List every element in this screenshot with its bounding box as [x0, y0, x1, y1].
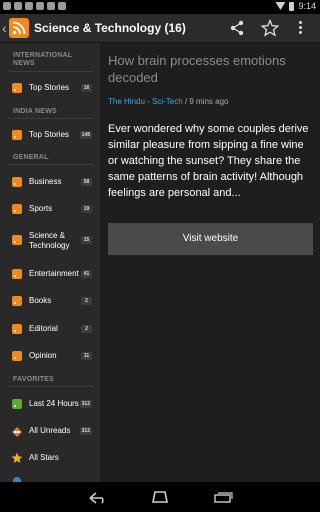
unread-count-badge: 2 [81, 297, 92, 305]
sidebar-item-top-stories-international[interactable]: Top Stories 16 [0, 76, 100, 100]
sidebar-item-editorial[interactable]: Editorial 2 [0, 317, 100, 341]
notification-icon [14, 2, 22, 10]
rss-icon[interactable] [9, 18, 29, 38]
rss-icon [12, 269, 22, 279]
article-source-link[interactable]: The Hindu - Sci-Tech [108, 97, 183, 106]
unread-count-badge: 15 [81, 236, 92, 244]
unread-count-badge: 312 [79, 400, 92, 408]
section-header: FAVORITES [13, 376, 54, 383]
section-divider [8, 118, 94, 119]
sidebar-item-label: All Unreads [29, 426, 71, 435]
sidebar-item-label: Entertainment [29, 269, 79, 278]
sidebar-item-business[interactable]: Business 58 [0, 170, 100, 194]
action-bar: ‹ Science & Technology (16) [0, 14, 320, 43]
rss-icon [12, 399, 22, 409]
star-icon[interactable] [260, 18, 280, 37]
notification-icon [25, 2, 33, 10]
unread-count-badge: 58 [81, 178, 92, 186]
section-header: INTERNATIONAL NEWS [13, 52, 73, 67]
rss-icon [12, 351, 22, 361]
sidebar-item-label: Books [29, 296, 52, 305]
battery-icon [289, 1, 295, 11]
article-meta: The Hindu - Sci-Tech / 9 mins ago [108, 97, 229, 106]
notification-icon [36, 2, 44, 10]
article-age: / 9 mins ago [182, 97, 229, 106]
sidebar-item-label: Top Stories [29, 83, 70, 92]
sidebar-item-last-24-hours[interactable]: Last 24 Hours 312 [0, 392, 100, 416]
rss-icon [12, 177, 22, 187]
unread-count-badge: 16 [81, 84, 92, 92]
inbox-icon [11, 425, 23, 437]
rss-icon [12, 83, 22, 93]
rss-icon [12, 204, 22, 214]
section-header: INDIA NEWS [13, 108, 57, 115]
unread-count-badge: 41 [81, 270, 92, 278]
share-icon[interactable] [229, 20, 245, 36]
sidebar-item-top-stories-india[interactable]: Top Stories 148 [0, 123, 100, 147]
sidebar: INTERNATIONAL NEWS Top Stories 16 INDIA … [0, 43, 100, 482]
section-divider [8, 386, 94, 387]
unread-count-badge: 148 [79, 131, 92, 139]
rss-icon [12, 235, 22, 245]
nav-back-icon[interactable] [88, 491, 108, 509]
section-divider [8, 71, 94, 72]
unread-count-badge: 312 [79, 427, 92, 435]
unread-count-badge: 19 [81, 205, 92, 213]
rss-icon [12, 296, 22, 306]
article-body: Ever wondered why some couples derive si… [108, 123, 309, 199]
sidebar-item-entertainment[interactable]: Entertainment 41 [0, 262, 100, 286]
wifi-icon [275, 2, 286, 10]
nav-recents-icon[interactable] [213, 491, 233, 509]
rss-icon [12, 324, 22, 334]
article-pane: How brain processes emotions decoded The… [100, 43, 320, 482]
nav-home-icon[interactable] [150, 490, 170, 509]
sidebar-item-opinion[interactable]: Opinion 11 [0, 344, 100, 368]
sidebar-item-label: Last 24 Hours [29, 399, 79, 408]
sidebar-item-label: Opinion [29, 351, 57, 360]
section-divider [8, 164, 94, 165]
sidebar-item-sports[interactable]: Sports 19 [0, 197, 100, 221]
sidebar-item-science-technology[interactable]: Science & Technology 15 [0, 225, 100, 255]
star-icon [11, 451, 23, 463]
rss-icon [12, 130, 22, 140]
unread-count-badge: 2 [81, 325, 92, 333]
sidebar-item-all-unreads[interactable]: All Unreads 312 [0, 419, 100, 443]
sidebar-item-label: Business [29, 177, 62, 186]
navigation-bar [0, 482, 320, 512]
notification-icon [47, 2, 55, 10]
visit-website-button[interactable]: Visit website [108, 223, 313, 255]
status-bar: 9:14 [0, 0, 320, 14]
notification-icon [3, 2, 11, 10]
sidebar-item-label: Sports [29, 204, 53, 213]
notification-icons [3, 2, 66, 10]
sidebar-item-label: All Stars [29, 453, 59, 462]
status-time: 9:14 [298, 1, 316, 11]
sidebar-item-books[interactable]: Books 2 [0, 289, 100, 313]
article-title[interactable]: How brain processes emotions decoded [108, 52, 313, 86]
sidebar-item-label: Editorial [29, 324, 58, 333]
unread-count-badge: 11 [81, 352, 92, 360]
notification-icon [58, 2, 66, 10]
sidebar-item-label: Top Stories [29, 130, 70, 139]
sidebar-item-all-stars[interactable]: All Stars [0, 446, 100, 470]
more-vert-icon[interactable] [299, 21, 303, 35]
section-header: GENERAL [13, 154, 49, 161]
page-title: Science & Technology (16) [34, 21, 186, 35]
sidebar-item-label: Science & Technology [29, 231, 70, 250]
